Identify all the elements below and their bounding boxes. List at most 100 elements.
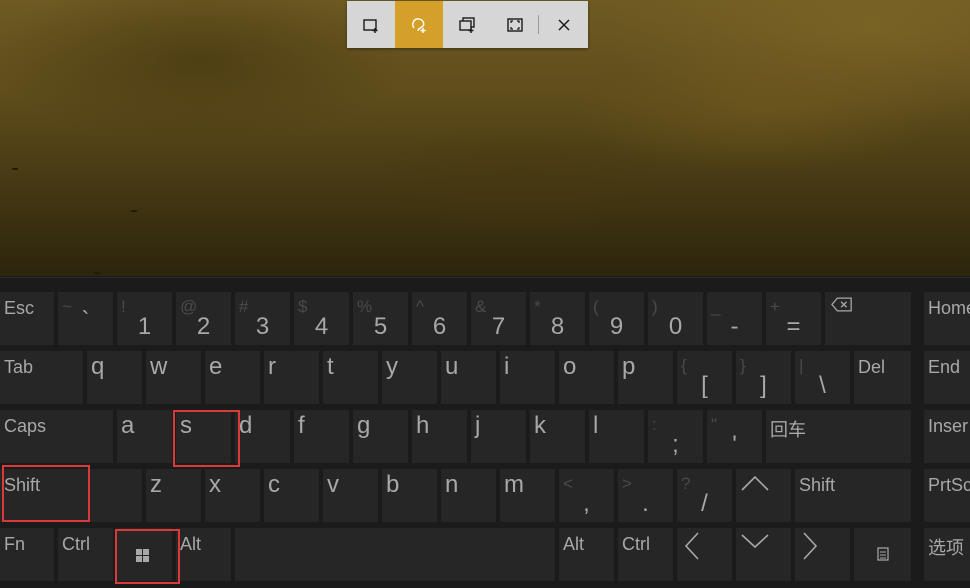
key-tab[interactable]: Tab	[0, 351, 83, 404]
key-label: i	[504, 353, 510, 380]
key-g[interactable]: g	[353, 410, 408, 463]
key-label: -	[730, 313, 739, 340]
key-left-bracket[interactable]: { [	[677, 351, 732, 404]
key-left-arrow[interactable]	[677, 528, 732, 581]
key-label: [	[701, 372, 708, 399]
key-quote[interactable]: " '	[707, 410, 762, 463]
key-backslash[interactable]: | \	[795, 351, 850, 404]
key-insert[interactable]: Inser	[924, 410, 970, 463]
key-o[interactable]: o	[559, 351, 614, 404]
key-e[interactable]: e	[205, 351, 260, 404]
key-f[interactable]: f	[294, 410, 349, 463]
key-r[interactable]: r	[264, 351, 319, 404]
key-2[interactable]: @ 2	[176, 292, 231, 345]
fullscreen-snip-button[interactable]	[491, 1, 539, 48]
key-a[interactable]: a	[117, 410, 172, 463]
key-home[interactable]: Home	[924, 292, 970, 345]
key-equals[interactable]: + =	[766, 292, 821, 345]
key-del[interactable]: Del	[854, 351, 911, 404]
key-b[interactable]: b	[382, 469, 437, 522]
key-menu[interactable]	[854, 528, 911, 581]
key-space[interactable]	[235, 528, 555, 581]
key-l[interactable]: l	[589, 410, 644, 463]
key-label: t	[327, 353, 334, 380]
key-backtick[interactable]: ~ `	[58, 292, 113, 345]
key-1[interactable]: ! 1	[117, 292, 172, 345]
chevron-down-icon	[741, 534, 769, 549]
key-d[interactable]: d	[235, 410, 290, 463]
key-6[interactable]: ^ 6	[412, 292, 467, 345]
key-s[interactable]: s	[176, 410, 231, 463]
rectangular-snip-icon	[363, 18, 378, 33]
key-5[interactable]: % 5	[353, 292, 408, 345]
key-ctrl-left[interactable]: Ctrl	[58, 528, 113, 581]
key-v[interactable]: v	[323, 469, 378, 522]
key-alt-left[interactable]: Alt	[176, 528, 231, 581]
key-right-bracket[interactable]: } ]	[736, 351, 791, 404]
key-x[interactable]: x	[205, 469, 260, 522]
key-fn[interactable]: Fn	[0, 528, 54, 581]
key-m[interactable]: m	[500, 469, 555, 522]
key-esc[interactable]: Esc	[0, 292, 54, 345]
key-right-arrow[interactable]	[795, 528, 850, 581]
key-label: .	[642, 490, 649, 517]
key-7[interactable]: & 7	[471, 292, 526, 345]
key-c[interactable]: c	[264, 469, 319, 522]
key-label: j	[475, 412, 481, 439]
key-label: Tab	[4, 357, 34, 377]
key-p[interactable]: p	[618, 351, 673, 404]
key-w[interactable]: w	[146, 351, 201, 404]
key-n[interactable]: n	[441, 469, 496, 522]
freeform-snip-button[interactable]	[395, 1, 443, 48]
key-j[interactable]: j	[471, 410, 526, 463]
bird	[12, 168, 18, 170]
key-k[interactable]: k	[530, 410, 585, 463]
freeform-snip-icon	[412, 17, 426, 33]
key-label: y	[386, 353, 398, 380]
key-3[interactable]: # 3	[235, 292, 290, 345]
key-label: End	[928, 357, 961, 377]
key-semicolon[interactable]: : ;	[648, 410, 703, 463]
close-icon	[558, 18, 570, 31]
key-windows[interactable]	[117, 528, 172, 581]
key-period[interactable]: > .	[618, 469, 673, 522]
key-label: s	[180, 412, 192, 439]
key-i[interactable]: i	[500, 351, 555, 404]
key-label: Shift	[799, 475, 836, 495]
key-label: 0	[668, 313, 683, 340]
key-slash[interactable]: ? /	[677, 469, 732, 522]
key-h[interactable]: h	[412, 410, 467, 463]
key-4[interactable]: $ 4	[294, 292, 349, 345]
key-print-screen[interactable]: PrtScn	[924, 469, 970, 522]
key-up-arrow[interactable]	[736, 469, 791, 522]
window-snip-button[interactable]	[443, 1, 491, 48]
key-backspace[interactable]	[825, 292, 911, 345]
key-t[interactable]: t	[323, 351, 378, 404]
key-minus[interactable]: _ -	[707, 292, 762, 345]
key-options[interactable]: 选项	[924, 528, 970, 581]
key-z[interactable]: z	[146, 469, 201, 522]
close-snip-button[interactable]	[540, 1, 588, 48]
windows-logo-icon	[136, 549, 149, 562]
key-alt-right[interactable]: Alt	[559, 528, 614, 581]
key-shift-left[interactable]: Shift	[0, 469, 142, 522]
rectangular-snip-button[interactable]	[347, 1, 395, 48]
key-8[interactable]: * 8	[530, 292, 585, 345]
key-label: b	[386, 471, 400, 498]
key-label: l	[593, 412, 599, 439]
key-u[interactable]: u	[441, 351, 496, 404]
key-q[interactable]: q	[87, 351, 142, 404]
key-label: q	[91, 353, 105, 380]
key-0[interactable]: ) 0	[648, 292, 703, 345]
key-down-arrow[interactable]	[736, 528, 791, 581]
key-enter[interactable]: 回车	[766, 410, 911, 463]
key-y[interactable]: y	[382, 351, 437, 404]
key-9[interactable]: ( 9	[589, 292, 644, 345]
key-end[interactable]: End	[924, 351, 970, 404]
key-label: Fn	[4, 534, 26, 554]
key-caps-lock[interactable]: Caps	[0, 410, 113, 463]
key-shift-right[interactable]: Shift	[795, 469, 911, 522]
key-ctrl-right[interactable]: Ctrl	[618, 528, 673, 581]
key-comma[interactable]: < ,	[559, 469, 614, 522]
key-label: c	[268, 471, 280, 498]
